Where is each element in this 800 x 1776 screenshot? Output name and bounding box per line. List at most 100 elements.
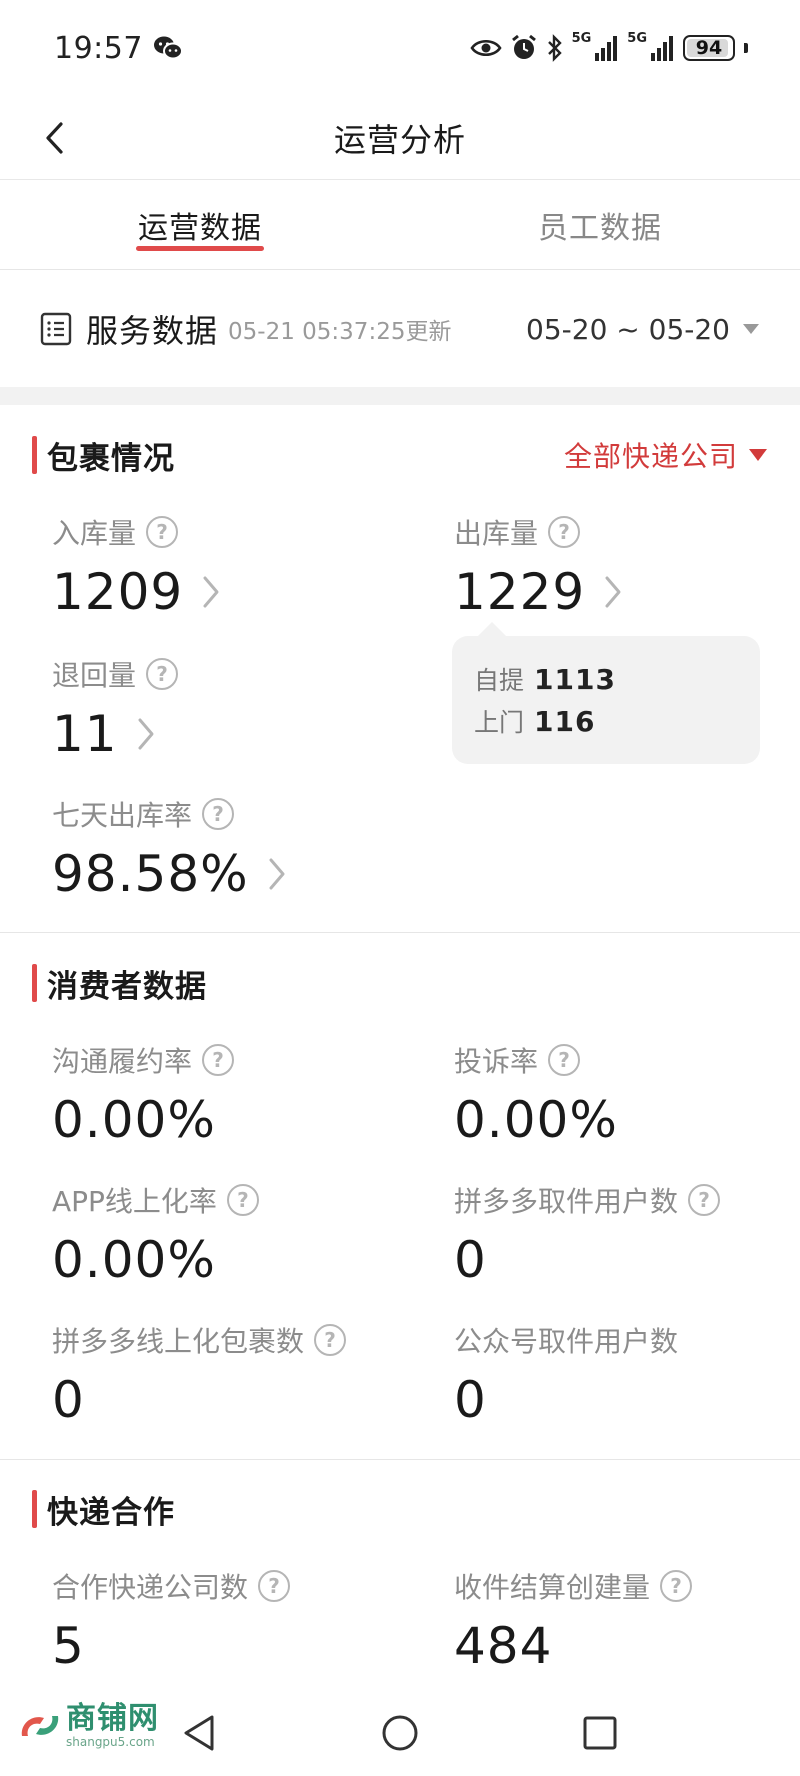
section-accent-bar [32, 436, 37, 474]
section-title: 快递合作 [47, 1494, 175, 1531]
chevron-left-icon [46, 122, 63, 154]
chevron-right-icon[interactable] [267, 857, 287, 891]
express-cooperation-section: 快递合作 合作快递公司数 ? 5 收件结算创建量 ? 484 [0, 1474, 800, 1690]
nav-recents-button[interactable] [575, 1708, 625, 1758]
tooltip-value: 1113 [534, 662, 616, 696]
tooltip-row: 自提 1113 [474, 658, 738, 700]
status-time: 19:57 [54, 30, 143, 66]
section-accent-bar [32, 964, 37, 1002]
help-icon[interactable]: ? [202, 798, 235, 830]
tab-staff-data[interactable]: 员工数据 [400, 180, 800, 269]
help-icon[interactable]: ? [688, 1184, 721, 1216]
metric-complaint-rate: 投诉率 ? 0.00% [454, 1042, 618, 1148]
page-title: 运营分析 [333, 120, 466, 159]
section-divider [0, 387, 800, 405]
metric-official-account-pickup-users: 公众号取件用户数 0 [454, 1322, 678, 1428]
update-timestamp: 05-21 05:37:25更新 [228, 319, 452, 345]
metric-label: 合作快递公司数 [52, 1571, 249, 1604]
metric-label: 出库量 [454, 517, 539, 550]
date-range-text: 05-20 ~ 05-20 [526, 312, 730, 346]
bluetooth-icon [546, 34, 564, 62]
status-left: 19:57 [54, 31, 183, 66]
outbound-breakdown-tooltip: 自提 1113 上门 116 [452, 622, 760, 764]
list-document-icon [40, 312, 72, 346]
section-header: 消费者数据 [0, 948, 800, 1018]
help-icon[interactable]: ? [548, 1044, 581, 1076]
system-navigation-bar [0, 1690, 800, 1776]
tab-label: 运营数据 [138, 210, 262, 246]
metric-partner-express-count: 合作快递公司数 ? 5 [52, 1568, 291, 1675]
nav-home-button[interactable] [375, 1708, 425, 1758]
section-title: 包裹情况 [47, 440, 175, 477]
status-bar: 19:57 5G 5G 94 [0, 0, 800, 96]
metric-value: 0.00% [52, 1091, 216, 1149]
metric-label: 七天出库率 [52, 799, 193, 832]
express-company-filter[interactable]: 全部快递公司 [564, 435, 768, 475]
help-icon[interactable]: ? [548, 516, 581, 548]
metric-value: 5 [52, 1617, 85, 1675]
metric-label: 入库量 [52, 517, 137, 550]
chevron-right-icon[interactable] [603, 575, 623, 609]
back-button[interactable] [30, 114, 78, 162]
metric-value: 0.00% [454, 1091, 618, 1149]
help-icon[interactable]: ? [226, 1184, 259, 1216]
tab-label: 员工数据 [538, 210, 662, 246]
caret-down-icon [749, 449, 767, 461]
triangle-back-icon [184, 1715, 214, 1751]
tooltip-value: 116 [534, 704, 596, 738]
nav-bar: 运营分析 [0, 96, 800, 180]
metric-value: 0.00% [52, 1231, 216, 1289]
signal-icon [651, 35, 675, 61]
eye-icon [469, 37, 502, 59]
section-header: 快递合作 [0, 1474, 800, 1544]
metric-pdd-online-parcels: 拼多多线上化包裹数 ? 0 [52, 1322, 347, 1429]
metric-returned: 退回量 ? 11 [52, 656, 179, 763]
chevron-right-icon[interactable] [136, 717, 156, 751]
section-title: 消费者数据 [47, 968, 207, 1005]
company-filter-label: 全部快递公司 [563, 440, 738, 473]
service-data-title: 服务数据 [86, 312, 219, 350]
battery-tip [744, 43, 748, 53]
metric-outbound: 出库量 ? 1229 [454, 514, 623, 620]
section-header: 包裹情况 全部快递公司 [0, 420, 800, 490]
chevron-right-icon[interactable] [201, 575, 221, 609]
help-icon[interactable]: ? [314, 1324, 347, 1356]
tab-operations-data[interactable]: 运营数据 [0, 180, 400, 269]
divider-line [0, 1459, 800, 1460]
help-icon[interactable]: ? [660, 1570, 693, 1602]
help-icon[interactable]: ? [258, 1570, 291, 1602]
status-right: 5G 5G 94 [469, 30, 748, 62]
help-icon[interactable]: ? [146, 658, 179, 690]
signal-5g-label-2: 5G [627, 30, 647, 46]
circle-home-icon [382, 1715, 418, 1751]
metric-value: 484 [454, 1617, 553, 1675]
metric-label: 拼多多取件用户数 [454, 1185, 679, 1218]
metric-value: 0 [454, 1371, 487, 1429]
metric-communication-fulfillment-rate: 沟通履约率 ? 0.00% [52, 1042, 235, 1149]
metric-value: 0 [52, 1371, 85, 1429]
date-range-selector[interactable]: 05-20 ~ 05-20 [526, 313, 760, 346]
metric-settlement-created: 收件结算创建量 ? 484 [454, 1568, 693, 1675]
metric-label: APP线上化率 [52, 1185, 217, 1218]
help-icon[interactable]: ? [202, 1044, 235, 1076]
tooltip-row: 上门 116 [474, 700, 738, 742]
divider-line [0, 932, 800, 933]
metric-seven-day-outbound-rate: 七天出库率 ? 98.58% [52, 796, 287, 902]
metric-value: 1229 [454, 563, 586, 621]
caret-down-icon [743, 324, 759, 334]
metric-label: 投诉率 [454, 1045, 539, 1078]
nav-back-button[interactable] [175, 1708, 225, 1758]
metric-value: 98.58% [52, 845, 249, 903]
square-recents-icon [583, 1716, 617, 1750]
metric-value: 11 [52, 705, 118, 763]
metric-label: 退回量 [52, 659, 137, 692]
metric-label: 沟通履约率 [52, 1045, 193, 1078]
service-data-header: 服务数据 05-21 05:37:25更新 05-20 ~ 05-20 [0, 271, 800, 387]
tooltip-label: 上门 [474, 708, 525, 737]
battery-icon: 94 [683, 35, 735, 61]
tab-bar: 运营数据 员工数据 [0, 180, 800, 270]
metric-app-online-rate: APP线上化率 ? 0.00% [52, 1182, 259, 1288]
metric-pdd-pickup-users: 拼多多取件用户数 ? 0 [454, 1182, 721, 1289]
metric-value: 0 [454, 1231, 487, 1289]
help-icon[interactable]: ? [146, 516, 179, 548]
